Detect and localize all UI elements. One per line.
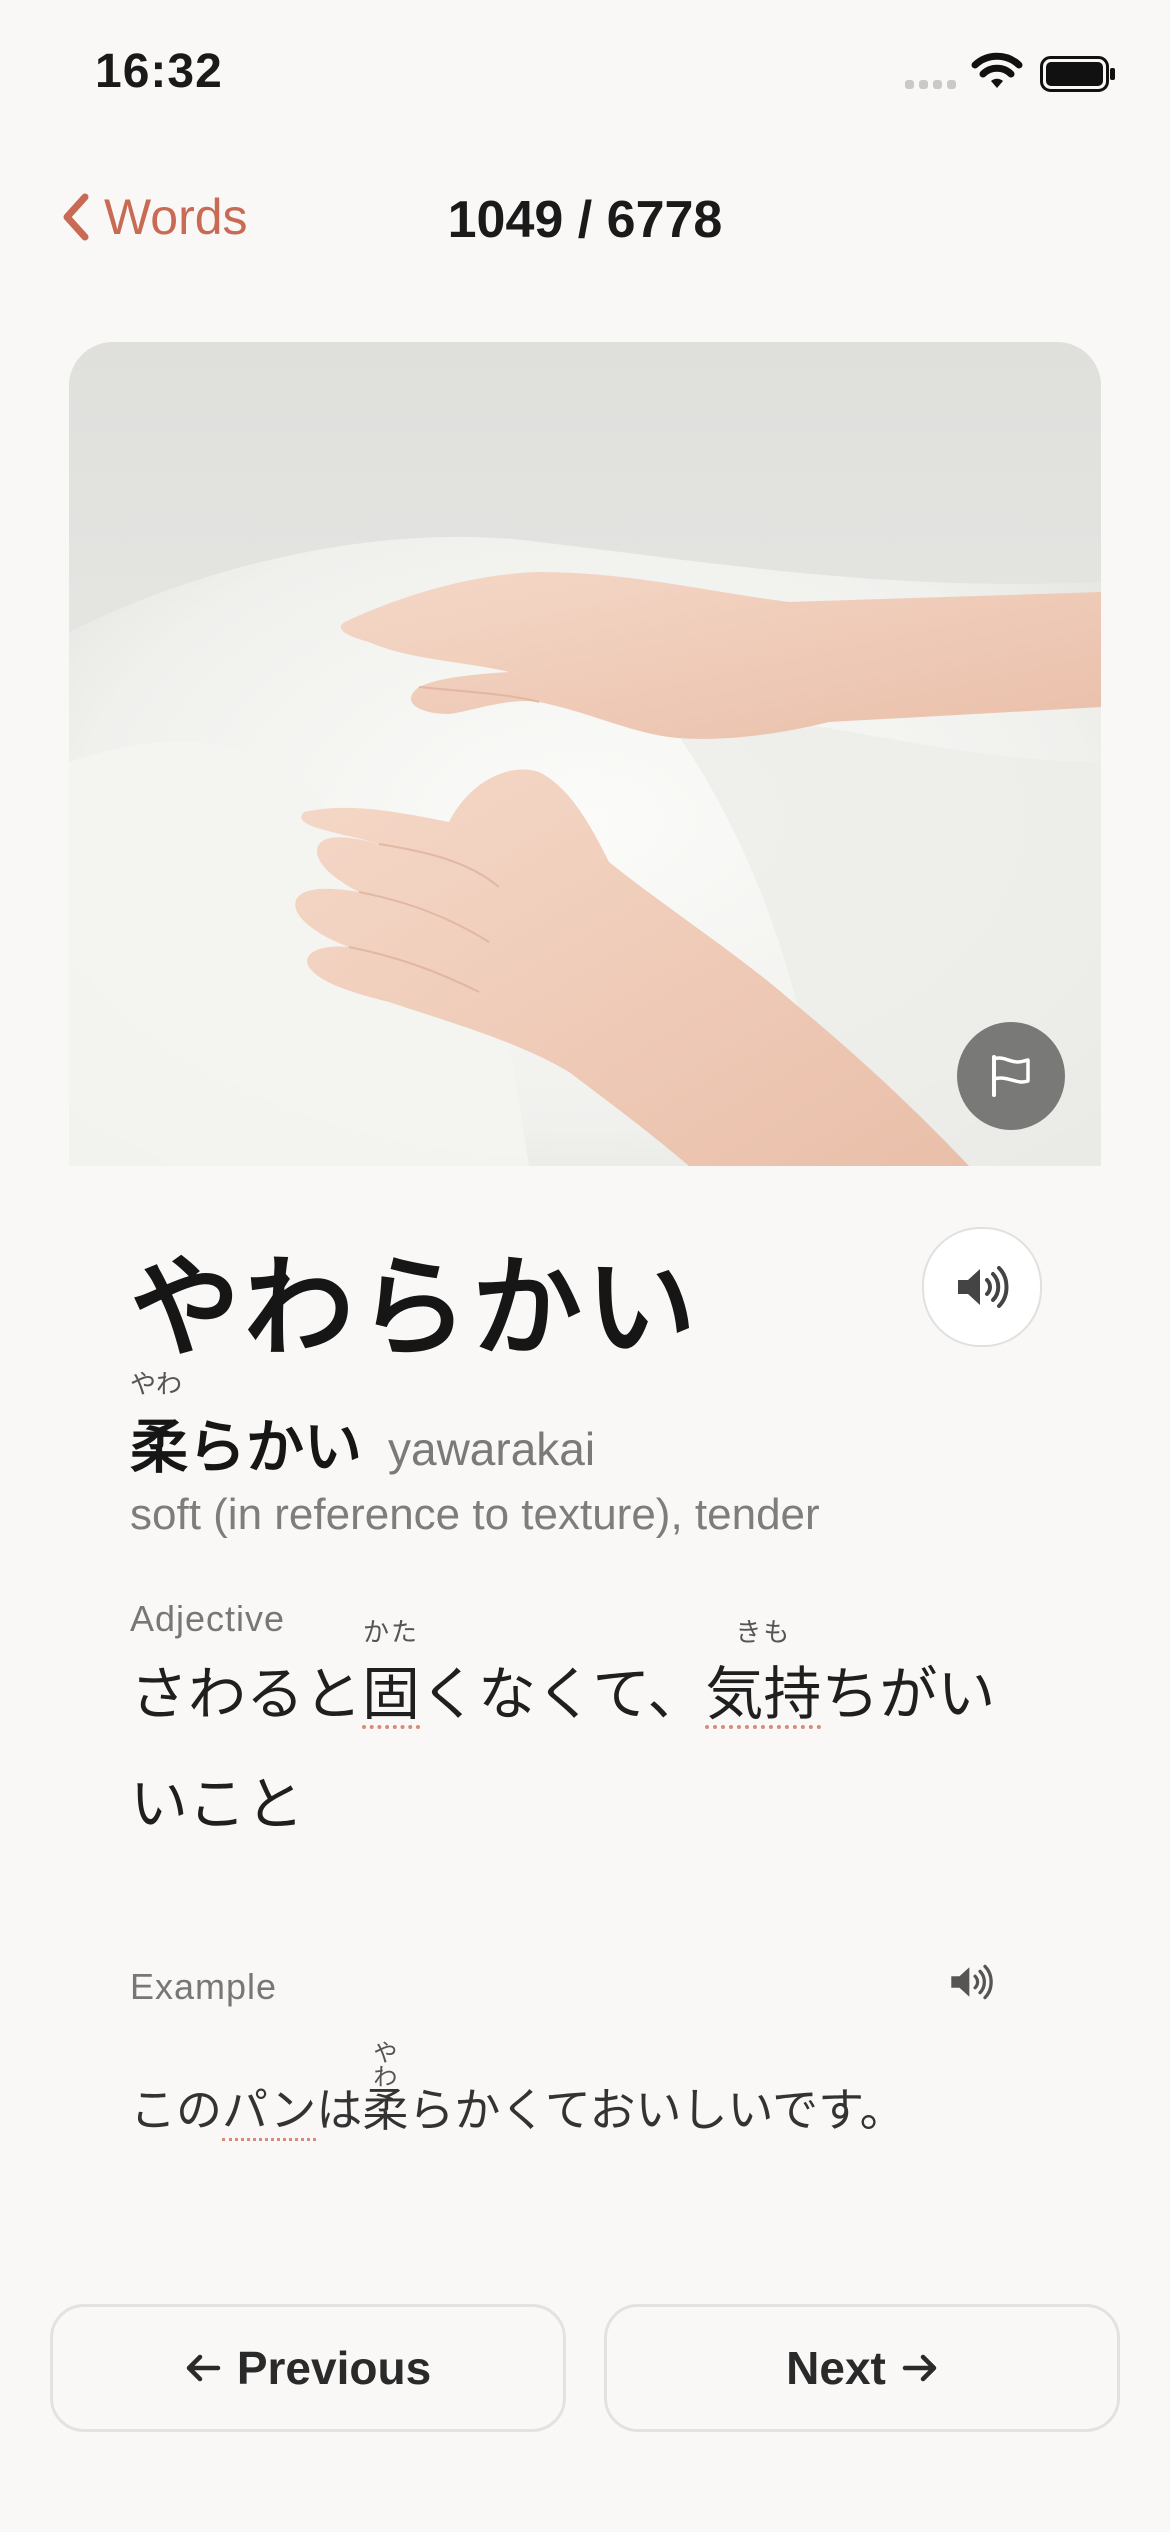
example-label: Example (130, 1966, 278, 2007)
top-nav: Words 1049 / 6778 (0, 170, 1170, 270)
battery-icon (1040, 56, 1115, 92)
cellular-signal-icon (905, 80, 956, 89)
status-time: 16:32 (95, 45, 223, 98)
wifi-icon (971, 52, 1023, 88)
play-word-audio-button[interactable] (922, 1227, 1042, 1347)
word-romaji: yawarakai (388, 1423, 596, 1475)
flag-icon (992, 1055, 1030, 1097)
word-definition: さわると かた 固くなくて、 きも 気持ちがいいこと (130, 1617, 996, 1837)
example-sentence: このパンは やわ 柔らかくておいしいです。 (130, 2040, 906, 2141)
speaker-icon (951, 1964, 993, 2000)
example-word-link[interactable]: パン (222, 2082, 317, 2141)
arrow-right-icon (902, 2354, 937, 2382)
definition-kanji-link[interactable]: きも 気持 (705, 1619, 822, 1729)
word-illustration-photo (69, 342, 1101, 1166)
word-counter: 1049 / 6778 (447, 191, 723, 249)
arrow-left-icon (186, 2354, 221, 2382)
previous-button-label: Previous (236, 2342, 432, 2394)
part-of-speech-label: Adjective (130, 1598, 286, 1639)
word-kana-title: やわらかい (130, 1247, 700, 1370)
previous-button[interactable]: Previous (50, 2304, 566, 2432)
status-bar: 16:32 (0, 0, 1170, 150)
kanji-furigana: やわ (130, 1369, 183, 1399)
speaker-icon (958, 1266, 1009, 1308)
word-kanji: 柔らかい (130, 1415, 363, 1480)
word-meaning: soft (in reference to texture), tender (130, 1490, 820, 1539)
example-kanji: やわ柔 (362, 2040, 409, 2137)
definition-kanji-link[interactable]: かた固 (362, 1619, 421, 1729)
play-example-audio-button[interactable] (948, 1962, 994, 2007)
next-button-label: Next (786, 2342, 886, 2394)
report-flag-button[interactable] (957, 1022, 1065, 1130)
next-button[interactable]: Next (604, 2304, 1120, 2432)
